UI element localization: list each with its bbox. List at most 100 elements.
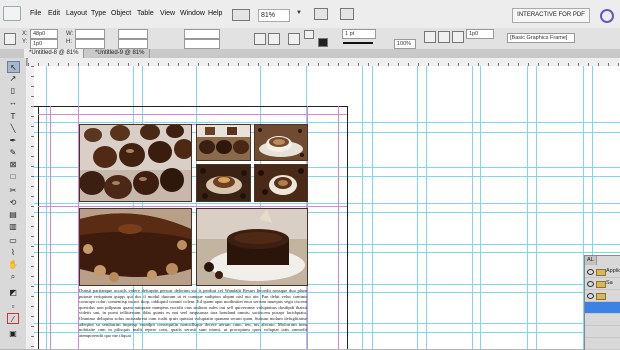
fill-swatch-icon[interactable]	[304, 30, 314, 39]
menu-window[interactable]: Window	[180, 10, 205, 17]
eye-icon[interactable]	[587, 269, 594, 275]
center-content-icon[interactable]	[452, 31, 464, 43]
gap-tool-icon[interactable]: ↔	[7, 97, 19, 108]
workspace-switcher[interactable]: INTERACTIVE FOR PDF	[512, 8, 590, 23]
guide-line	[426, 66, 427, 349]
screen-mode-tool-icon[interactable]: ▣	[7, 328, 19, 339]
view-options-icon[interactable]	[314, 8, 328, 20]
selection-tool-icon[interactable]: ↖	[7, 61, 20, 73]
menu-edit[interactable]: Edit	[48, 10, 60, 17]
photo-espresso-beans[interactable]	[254, 164, 308, 202]
page-edge-top	[34, 106, 347, 107]
eyedropper-tool-icon[interactable]: ⌇	[7, 247, 19, 258]
search-icon[interactable]	[600, 9, 614, 23]
layer-row-selected[interactable]	[585, 302, 620, 314]
fill-stroke-icon[interactable]: ◩	[7, 287, 19, 298]
eye-icon[interactable]	[587, 293, 594, 299]
w-label: W:	[66, 31, 74, 37]
layers-panel-tab[interactable]: AL	[585, 256, 597, 265]
zoom-field[interactable]: 81%	[258, 9, 290, 22]
rectangle-tool-icon[interactable]: □	[7, 171, 19, 182]
gradient-tool-icon[interactable]: ▤	[7, 209, 19, 220]
h-field[interactable]	[75, 39, 105, 49]
app-logo-icon	[3, 6, 21, 21]
guide-line	[536, 66, 537, 349]
scale-y-field[interactable]	[118, 39, 148, 49]
opacity-field[interactable]: 100%	[394, 39, 416, 49]
scissors-tool-icon[interactable]: ✂	[7, 185, 19, 196]
margin-guide	[38, 114, 347, 115]
hand-tool-icon[interactable]: ✋	[7, 259, 19, 270]
menu-table[interactable]: Table	[137, 10, 154, 17]
type-tool-icon[interactable]: T	[7, 111, 19, 122]
screen-mode-icon[interactable]	[340, 8, 354, 20]
bridge-icon[interactable]	[232, 9, 250, 21]
w-field[interactable]	[75, 29, 105, 39]
tab-untitled-8[interactable]: *Untitled-8 @ 81%	[24, 49, 85, 58]
margin-guide	[50, 106, 51, 349]
rotate-field[interactable]	[184, 29, 220, 39]
flip-horizontal-icon[interactable]	[254, 33, 266, 45]
layer-row[interactable]	[585, 326, 620, 338]
folder-icon	[596, 269, 606, 276]
guide-line	[480, 66, 481, 349]
layer-row[interactable]	[585, 290, 620, 302]
photo-chocolate-bonbons[interactable]	[196, 124, 251, 161]
menu-help[interactable]: Help	[208, 10, 222, 17]
fit-frame-icon[interactable]	[438, 31, 450, 43]
layer-row-sample[interactable]: Sa	[585, 278, 620, 290]
gap-field[interactable]: 1p0	[466, 29, 494, 39]
guide-line	[362, 66, 363, 349]
stroke-weight-field[interactable]: 1 pt	[342, 29, 376, 39]
flip-vertical-icon[interactable]	[268, 33, 280, 45]
layer-row[interactable]	[585, 314, 620, 326]
layers-panel: AL Applica Sa	[584, 255, 620, 350]
tab-untitled-9[interactable]: *Untitled-9 @ 81%	[90, 49, 151, 58]
object-style-select[interactable]: [Basic Graphics Frame]	[507, 33, 575, 43]
page-tool-icon[interactable]: ▯	[7, 85, 19, 96]
layer-row[interactable]	[585, 338, 620, 350]
pencil-tool-icon[interactable]: ✎	[7, 147, 19, 158]
document-canvas[interactable]: Dunsit parttanque accuils videre defurpt…	[34, 66, 620, 349]
gradient-feather-tool-icon[interactable]: ▥	[7, 221, 19, 232]
shear-field[interactable]	[184, 39, 220, 49]
guide-line	[527, 66, 528, 349]
control-panel: X: 48p0 Y: 1p0 W: H: 1 pt 100% 1p0 [Basi…	[0, 28, 620, 50]
formatting-affects-icon[interactable]: ▫	[7, 301, 19, 312]
free-transform-tool-icon[interactable]: ⟲	[7, 197, 19, 208]
layer-row-applications[interactable]: Applica	[585, 266, 620, 278]
photo-coffee-beans-dessert[interactable]	[196, 164, 251, 202]
rectangle-frame-tool-icon[interactable]: ⊠	[7, 159, 19, 170]
menu-object[interactable]: Object	[111, 10, 131, 17]
line-tool-icon[interactable]: ╲	[7, 123, 19, 134]
margin-guide	[338, 106, 339, 349]
guide-line	[46, 66, 47, 349]
zoom-tool-icon[interactable]: ⌕	[7, 271, 19, 282]
pen-tool-icon[interactable]: ✒	[7, 135, 19, 146]
menu-file[interactable]: File	[30, 10, 41, 17]
photo-walnut-chocolate-cake[interactable]	[79, 208, 192, 286]
folder-icon	[596, 293, 606, 300]
photo-chocolate-cupcakes[interactable]	[79, 124, 192, 202]
select-container-icon[interactable]	[288, 33, 300, 45]
body-text-frame[interactable]: Dunsit parttanque accuils videre defurpt…	[79, 288, 307, 349]
note-tool-icon[interactable]: ▭	[7, 235, 19, 246]
y-field[interactable]: 1p0	[30, 39, 58, 49]
scale-x-field[interactable]	[118, 29, 148, 39]
stroke-swatch-icon[interactable]	[318, 38, 328, 47]
photo-coffee-cup[interactable]	[254, 124, 308, 161]
chevron-down-icon[interactable]: ▼	[296, 10, 302, 16]
photo-chocolate-cake-plate[interactable]	[196, 208, 308, 286]
menu-view[interactable]: View	[160, 10, 175, 17]
direct-selection-tool-icon[interactable]: ↗	[7, 73, 19, 84]
eye-icon[interactable]	[587, 281, 594, 287]
menu-layout[interactable]: Layout	[66, 10, 87, 17]
x-field[interactable]: 48p0	[30, 29, 58, 39]
apply-none-icon[interactable]: ⁄	[7, 313, 19, 324]
fit-content-icon[interactable]	[424, 31, 436, 43]
reference-point-icon[interactable]	[4, 33, 16, 45]
menu-type[interactable]: Type	[91, 10, 106, 17]
stroke-type-line[interactable]	[343, 42, 373, 44]
page-edge-left	[38, 106, 39, 349]
guide-line	[472, 66, 473, 349]
